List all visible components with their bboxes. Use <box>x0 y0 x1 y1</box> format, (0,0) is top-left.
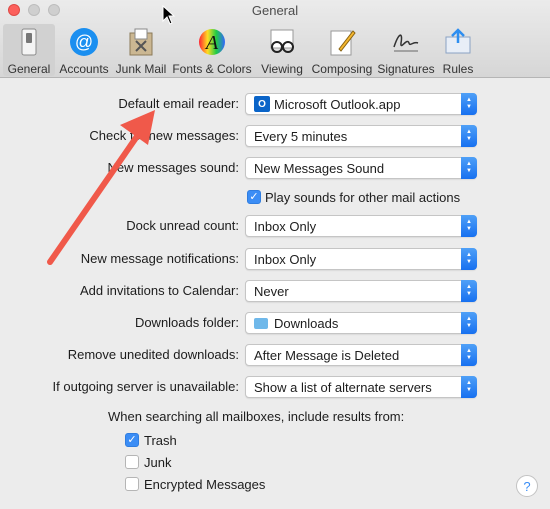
outgoing-unavailable-row: If outgoing server is unavailable: Show … <box>0 376 550 398</box>
junk-bin-icon <box>125 26 157 58</box>
popup-arrows-icon: ▲ ▼ <box>461 215 477 237</box>
check-new-messages-label: Check for new messages: <box>89 128 239 143</box>
add-invitations-label: Add invitations to Calendar: <box>80 283 239 298</box>
popup-arrows-icon: ▲ ▼ <box>461 312 477 334</box>
dock-unread-count-popup[interactable]: Inbox Only ▲ ▼ <box>245 215 477 237</box>
popup-arrows-icon: ▲ ▼ <box>461 93 477 115</box>
glasses-icon <box>266 26 298 58</box>
search-junk-checkbox[interactable] <box>125 455 139 469</box>
popup-arrows-icon: ▲ ▼ <box>461 376 477 398</box>
folder-icon <box>254 317 268 329</box>
new-messages-sound-popup[interactable]: New Messages Sound ▲ ▼ <box>245 157 477 179</box>
tab-signatures[interactable]: Signatures <box>375 24 437 76</box>
svg-text:A: A <box>204 32 219 54</box>
title-bar: General General @ Accounts Junk Mail A F… <box>0 0 550 78</box>
tab-viewing[interactable]: Viewing <box>255 24 309 76</box>
search-junk-label: Junk <box>144 455 172 470</box>
play-sounds-checkbox[interactable]: ✓ <box>247 190 261 204</box>
check-new-messages-row: Check for new messages: Every 5 minutes … <box>0 125 550 147</box>
new-messages-sound-row: New messages sound: New Messages Sound ▲… <box>0 157 550 179</box>
signature-icon <box>390 26 422 58</box>
new-messages-sound-label: New messages sound: <box>107 160 239 175</box>
preferences-toolbar: General @ Accounts Junk Mail A Fonts & C… <box>3 24 479 76</box>
default-email-reader-popup[interactable]: O Microsoft Outlook.app ▲ ▼ <box>245 93 477 115</box>
search-encrypted-label: Encrypted Messages <box>144 477 266 492</box>
rules-envelope-icon <box>442 26 474 58</box>
outgoing-unavailable-label: If outgoing server is unavailable: <box>52 379 239 394</box>
downloads-folder-row: Downloads folder: Downloads ▲ ▼ <box>0 312 550 334</box>
dock-unread-count-label: Dock unread count: <box>126 218 239 233</box>
check-new-messages-popup[interactable]: Every 5 minutes ▲ ▼ <box>245 125 477 147</box>
search-trash-checkbox[interactable]: ✓ <box>125 433 139 447</box>
tab-general[interactable]: General <box>3 24 55 76</box>
downloads-folder-popup[interactable]: Downloads ▲ ▼ <box>245 312 477 334</box>
play-sounds-label: Play sounds for other mail actions <box>265 190 461 205</box>
at-sign-icon: @ <box>68 26 100 58</box>
new-message-notifications-label: New message notifications: <box>80 251 239 266</box>
popup-arrows-icon: ▲ ▼ <box>461 344 477 366</box>
search-trash-label: Trash <box>144 433 177 448</box>
popup-arrows-icon: ▲ ▼ <box>461 125 477 147</box>
downloads-folder-label: Downloads folder: <box>134 315 239 330</box>
outgoing-unavailable-popup[interactable]: Show a list of alternate servers ▲ ▼ <box>245 376 477 398</box>
tab-junk-mail[interactable]: Junk Mail <box>113 24 169 76</box>
mouse-cursor-icon <box>162 5 176 25</box>
add-invitations-popup[interactable]: Never ▲ ▼ <box>245 280 477 302</box>
add-invitations-row: Add invitations to Calendar: Never ▲ ▼ <box>0 280 550 302</box>
fonts-colors-icon: A <box>196 26 228 58</box>
new-message-notifications-row: New message notifications: Inbox Only ▲ ▼ <box>0 248 550 270</box>
general-switch-icon <box>13 26 45 58</box>
popup-arrows-icon: ▲ ▼ <box>461 248 477 270</box>
remove-unedited-row: Remove unedited downloads: After Message… <box>0 344 550 366</box>
tab-fonts-colors[interactable]: A Fonts & Colors <box>169 24 255 76</box>
popup-arrows-icon: ▲ ▼ <box>461 157 477 179</box>
remove-unedited-popup[interactable]: After Message is Deleted ▲ ▼ <box>245 344 477 366</box>
default-email-reader-label: Default email reader: <box>118 96 239 111</box>
help-button[interactable]: ? <box>516 475 538 497</box>
window-title: General <box>251 3 299 18</box>
svg-text:@: @ <box>75 32 93 52</box>
search-encrypted-checkbox[interactable] <box>125 477 139 491</box>
new-message-notifications-popup[interactable]: Inbox Only ▲ ▼ <box>245 248 477 270</box>
search-heading: When searching all mailboxes, include re… <box>108 409 405 424</box>
tab-accounts[interactable]: @ Accounts <box>55 24 113 76</box>
pencil-icon <box>326 26 358 58</box>
default-email-reader-row: Default email reader: O Microsoft Outloo… <box>0 93 550 115</box>
tab-rules[interactable]: Rules <box>437 24 479 76</box>
outlook-app-icon: O <box>254 96 270 112</box>
dock-unread-count-row: Dock unread count: Inbox Only ▲ ▼ <box>0 215 550 237</box>
popup-arrows-icon: ▲ ▼ <box>461 280 477 302</box>
tab-composing[interactable]: Composing <box>309 24 375 76</box>
remove-unedited-label: Remove unedited downloads: <box>67 347 239 362</box>
